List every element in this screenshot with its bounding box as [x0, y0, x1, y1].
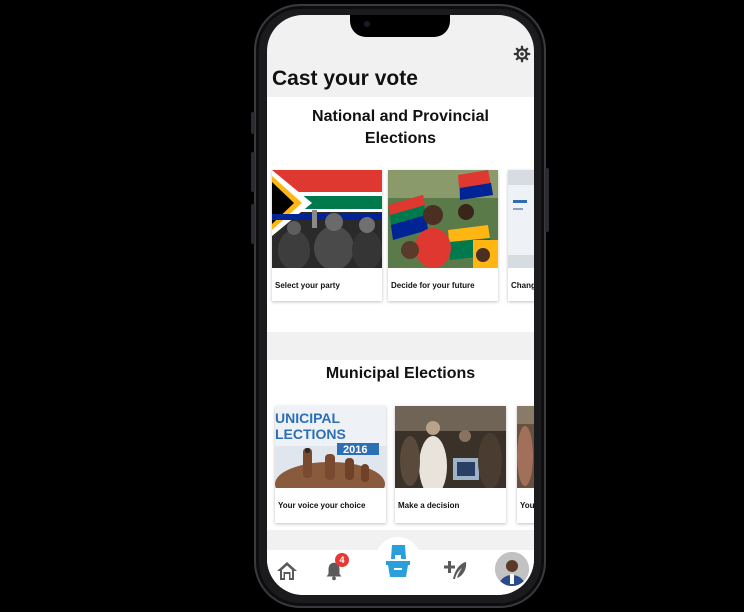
- section-title: National and Provincial Elections: [312, 108, 489, 147]
- home-icon[interactable]: [275, 559, 299, 588]
- card-label: Make a decision: [398, 501, 460, 510]
- image-text: 2016: [343, 444, 367, 456]
- card-image: UNICIPAL LECTIONS 2016: [275, 406, 386, 488]
- card-make-a-decision[interactable]: Make a decision: [395, 406, 506, 523]
- notch: [350, 15, 450, 37]
- add-feather-icon[interactable]: [444, 558, 470, 589]
- vote-button[interactable]: [375, 537, 421, 583]
- card-label: Your voice your choice: [278, 501, 366, 510]
- power-button: [545, 168, 549, 232]
- notification-badge: 4: [335, 553, 349, 567]
- image-text: LECTIONS: [275, 426, 346, 442]
- card-your-voice-your-choice[interactable]: UNICIPAL LECTIONS 2016 Your voice your c…: [275, 406, 386, 523]
- app-screen: Cast your vote National and Provincial E…: [267, 15, 534, 595]
- avatar[interactable]: [495, 552, 529, 586]
- card-label: Your: [520, 501, 534, 510]
- page-title: Cast your vote: [272, 67, 418, 90]
- section-title: Municipal Elections: [325, 365, 476, 382]
- card-image: [272, 170, 382, 268]
- card-image: [395, 406, 506, 488]
- card-change[interactable]: Chang: [508, 170, 534, 301]
- image-text: UNICIPAL: [275, 410, 341, 426]
- card-image: [508, 170, 534, 268]
- card-image: [388, 170, 498, 268]
- card-select-your-party[interactable]: Select your party: [272, 170, 382, 301]
- card-your[interactable]: Your: [517, 406, 534, 523]
- card-label: Select your party: [275, 281, 340, 290]
- card-label: Chang: [511, 281, 534, 290]
- municipal-elections-section: Municipal Elections UNICIPAL LECTIONS 20…: [267, 360, 534, 530]
- national-elections-section: National and Provincial Elections Select…: [267, 97, 534, 332]
- volume-down-button: [251, 204, 255, 244]
- gear-icon[interactable]: [513, 45, 531, 63]
- card-image: [517, 406, 534, 488]
- silent-switch: [251, 112, 255, 134]
- card-decide-for-your-future[interactable]: Decide for your future: [388, 170, 498, 301]
- card-label: Decide for your future: [391, 281, 475, 290]
- ballot-box-icon: [386, 545, 410, 577]
- volume-up-button: [251, 152, 255, 192]
